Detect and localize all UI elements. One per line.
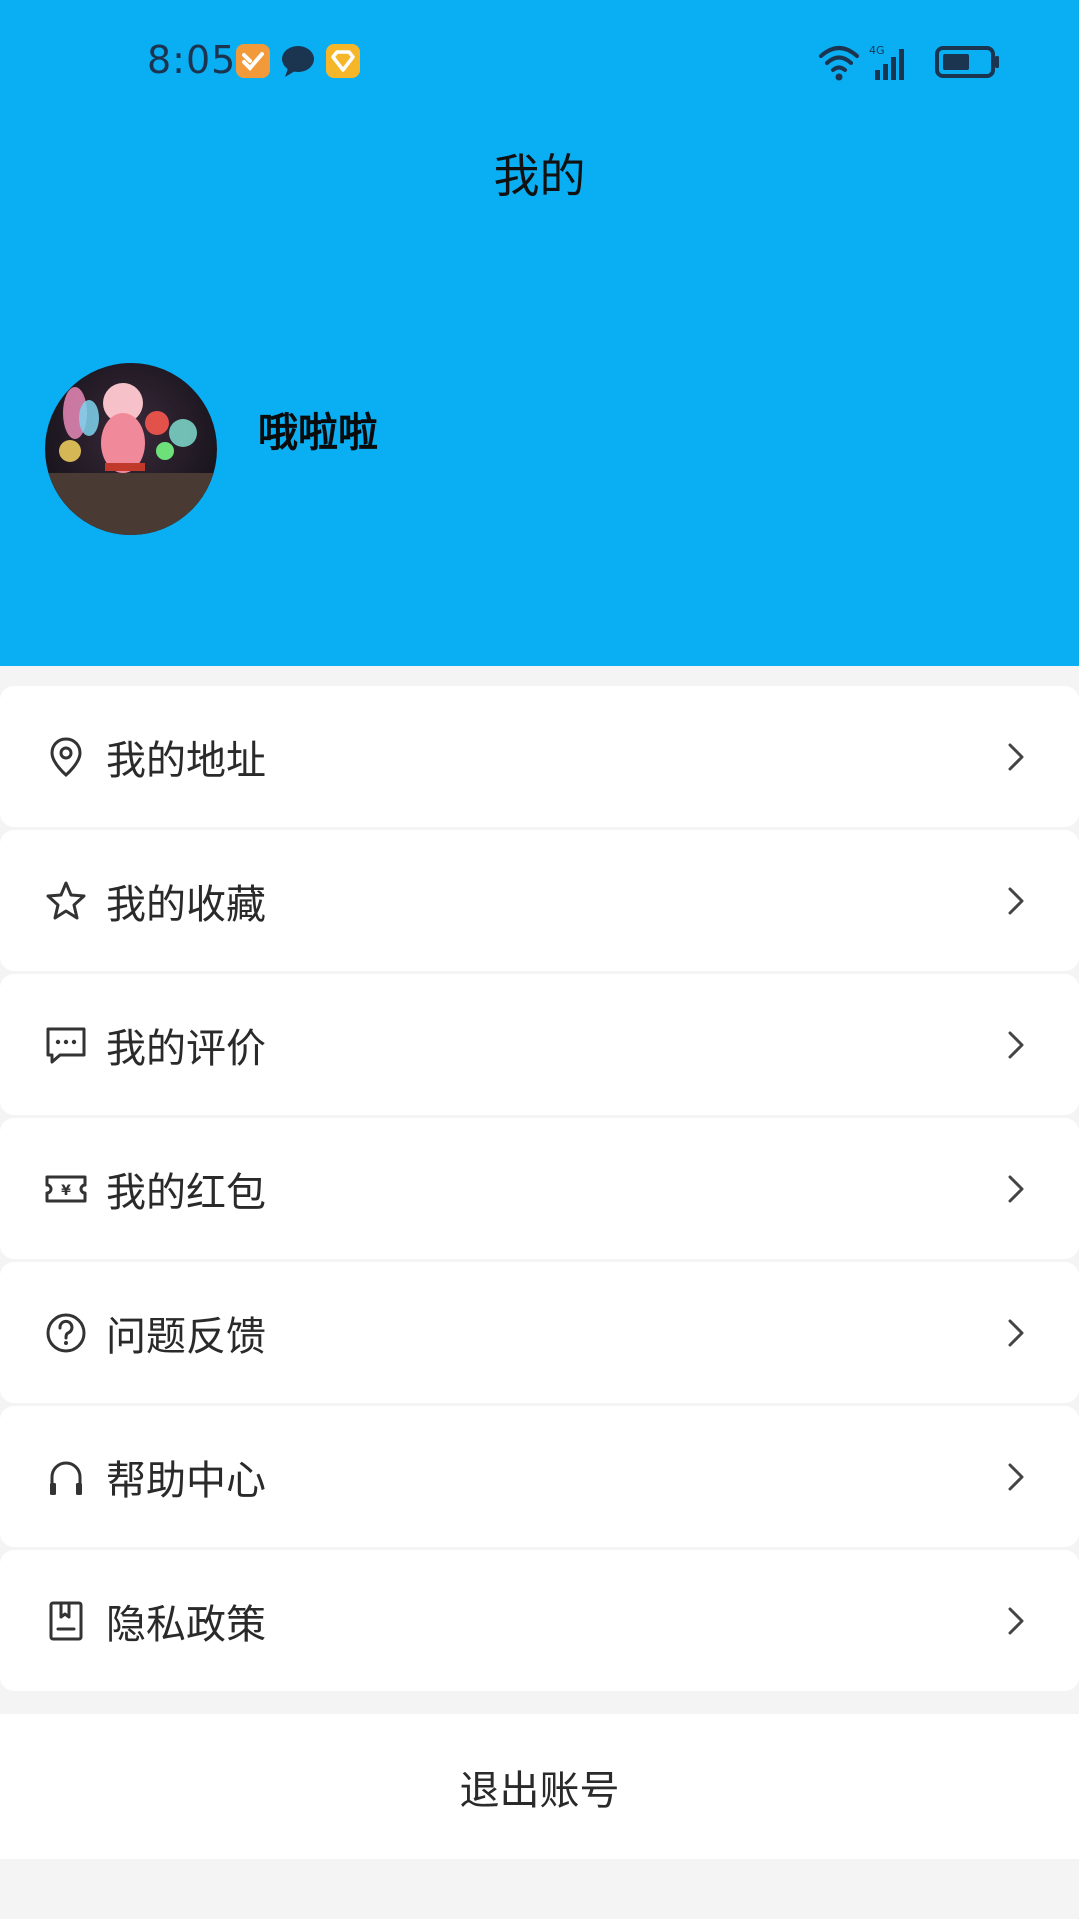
coupon-icon: ¥ bbox=[45, 1175, 87, 1202]
signal-icon: 4G bbox=[869, 44, 904, 80]
chevron-right-icon bbox=[1008, 1463, 1024, 1490]
menu-item-feedback[interactable]: 问题反馈 bbox=[0, 1262, 1079, 1403]
avatar[interactable] bbox=[45, 363, 217, 535]
menu-label: 我的地址 bbox=[106, 737, 266, 784]
chevron-right-icon bbox=[1008, 743, 1024, 770]
status-bar: 8:05 4G bbox=[0, 0, 1079, 120]
question-icon bbox=[46, 1313, 86, 1352]
status-time: 8:05 bbox=[147, 38, 237, 82]
logout-button[interactable]: 退出账号 bbox=[0, 1714, 1079, 1859]
menu-label: 帮助中心 bbox=[106, 1457, 266, 1504]
svg-text:4G: 4G bbox=[869, 44, 885, 57]
menu-label: 我的红包 bbox=[106, 1169, 266, 1216]
menu-item-reviews[interactable]: 我的评价 bbox=[0, 974, 1079, 1115]
chevron-right-icon bbox=[1008, 1031, 1024, 1058]
wifi-icon bbox=[819, 46, 859, 81]
logout-label: 退出账号 bbox=[459, 1767, 620, 1814]
menu-label: 隐私政策 bbox=[106, 1601, 266, 1648]
chevron-right-icon bbox=[1008, 1319, 1024, 1346]
document-icon bbox=[49, 1601, 83, 1640]
chevron-right-icon bbox=[1008, 1607, 1024, 1634]
menu-item-favorites[interactable]: 我的收藏 bbox=[0, 830, 1079, 971]
battery-icon bbox=[935, 46, 999, 78]
app-badge-yellow-icon bbox=[326, 44, 360, 78]
location-pin-icon bbox=[50, 736, 82, 777]
menu-item-privacy-policy[interactable]: 隐私政策 bbox=[0, 1550, 1079, 1691]
headset-icon bbox=[50, 1461, 82, 1495]
comment-icon bbox=[46, 1027, 86, 1063]
status-indicators: 4G bbox=[819, 44, 999, 81]
chevron-right-icon bbox=[1008, 887, 1024, 914]
menu-label: 我的评价 bbox=[106, 1025, 266, 1072]
menu-label: 问题反馈 bbox=[106, 1313, 266, 1360]
star-icon bbox=[46, 881, 86, 919]
username: 哦啦啦 bbox=[258, 410, 378, 456]
menu-label: 我的收藏 bbox=[106, 881, 266, 928]
profile-header: 8:05 4G 我的 哦啦啦 bbox=[0, 0, 1079, 666]
svg-text:¥: ¥ bbox=[61, 1183, 71, 1199]
app-badge-orange-icon bbox=[236, 44, 270, 78]
menu-item-red-packets[interactable]: ¥ 我的红包 bbox=[0, 1118, 1079, 1259]
menu-item-help-center[interactable]: 帮助中心 bbox=[0, 1406, 1079, 1547]
chat-bubble-icon bbox=[282, 46, 314, 77]
page-title: 我的 bbox=[493, 149, 586, 203]
menu-item-address[interactable]: 我的地址 bbox=[0, 686, 1079, 827]
chevron-right-icon bbox=[1008, 1175, 1024, 1202]
